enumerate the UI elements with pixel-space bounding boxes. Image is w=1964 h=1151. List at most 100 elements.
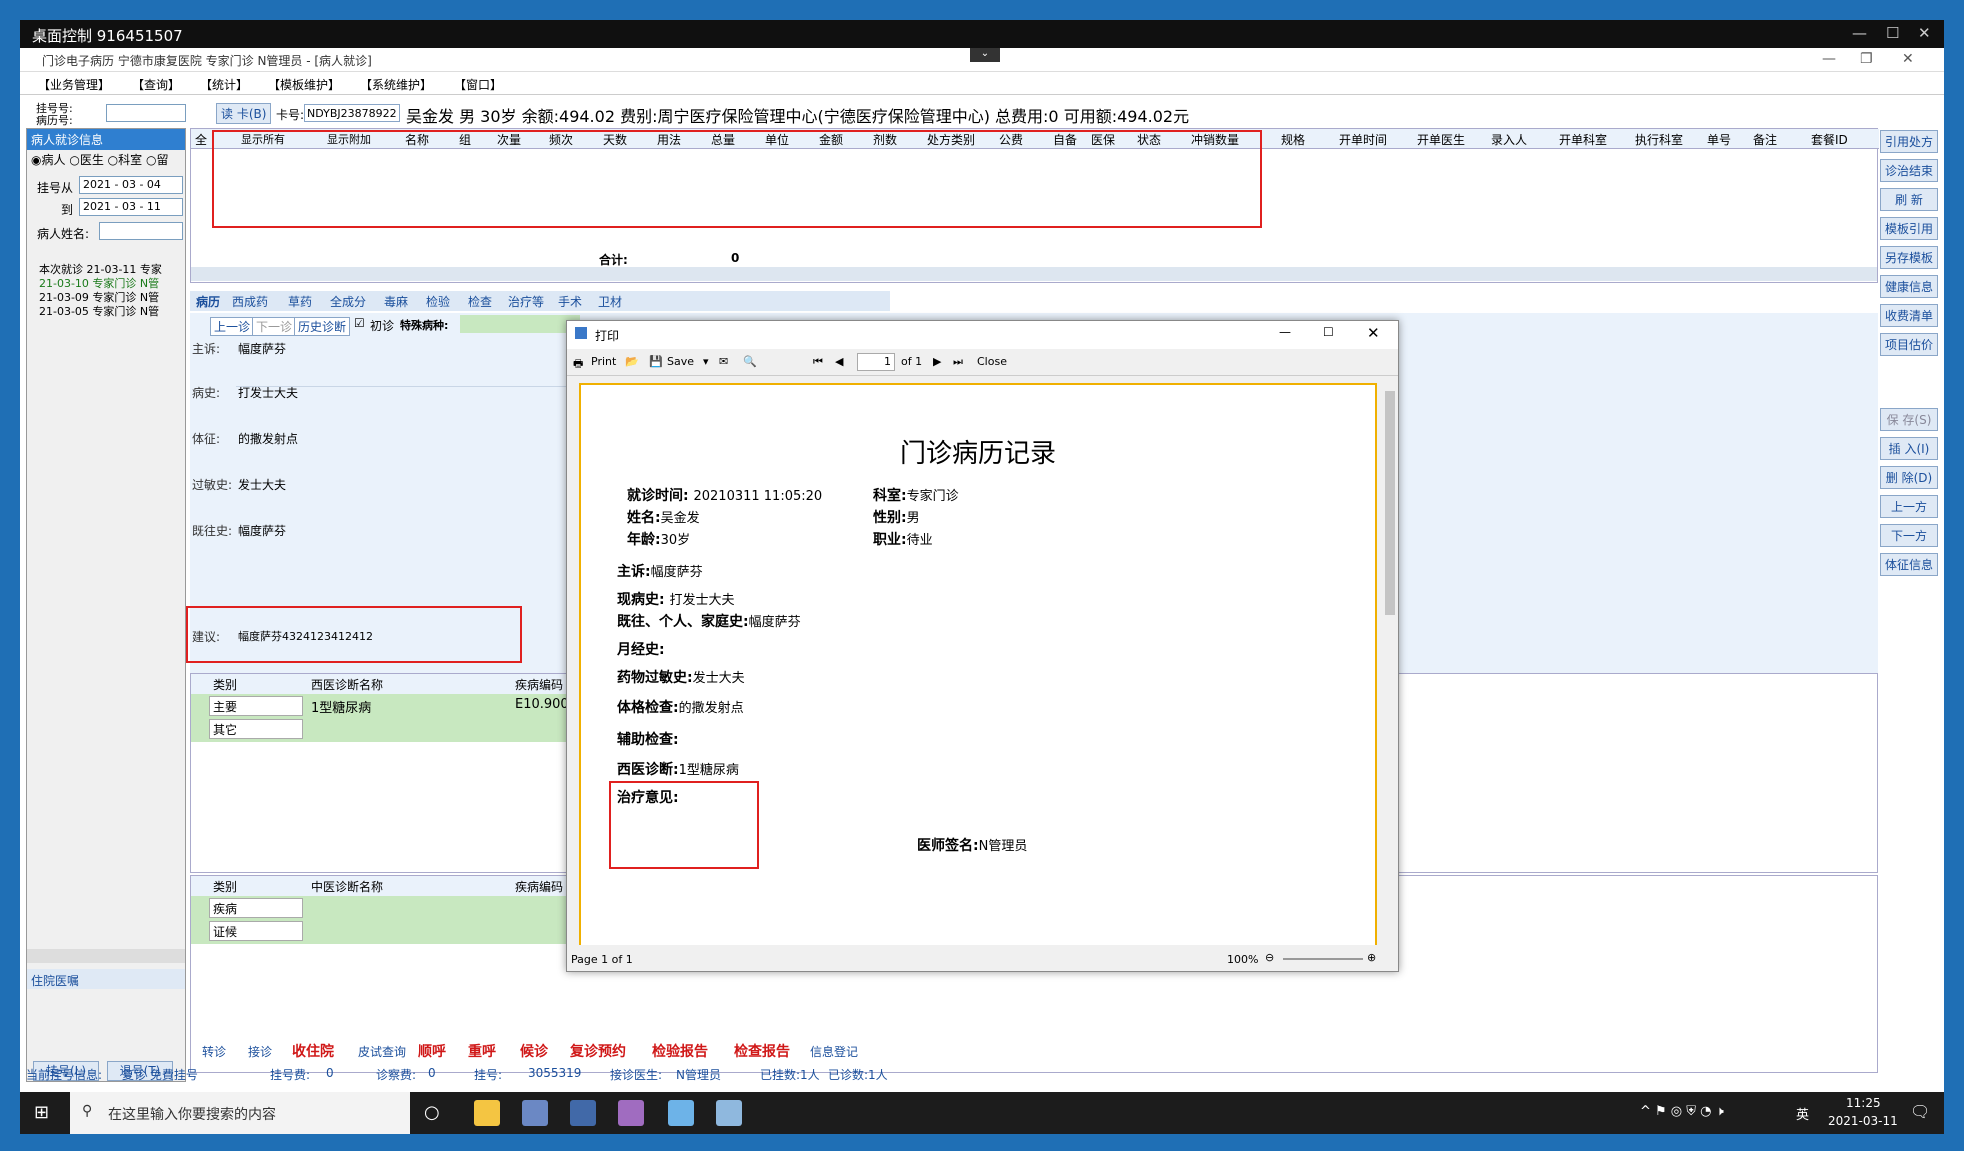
cn-type-select[interactable]: 疾病	[209, 898, 303, 918]
dialog-minimize-icon[interactable]: —	[1279, 325, 1291, 339]
menu-query[interactable]: 【查询】	[132, 76, 180, 93]
preview-vscrollbar[interactable]	[1383, 377, 1397, 943]
tab-exam[interactable]: 检查	[468, 293, 492, 310]
close-icon[interactable]: ✕	[1918, 24, 1931, 42]
zoom-in-icon[interactable]: ⊕	[1367, 951, 1376, 964]
west-diag-code[interactable]: E10.900	[515, 697, 569, 712]
refresh-button[interactable]: 刷 新	[1880, 188, 1938, 211]
dialog-maximize-icon[interactable]: ☐	[1323, 325, 1334, 339]
left-hscrollbar[interactable]	[27, 949, 185, 963]
info-register-button[interactable]: 信息登记	[810, 1043, 858, 1060]
to-date-input[interactable]: 2021 - 03 - 11	[79, 198, 183, 216]
tab-surgery[interactable]: 手术	[558, 293, 582, 310]
minimize-icon[interactable]: —	[1852, 24, 1867, 42]
vitals-button[interactable]: 体征信息	[1880, 553, 1938, 576]
page-number-input[interactable]: 1	[857, 353, 895, 371]
call-next-button[interactable]: 顺呼	[418, 1041, 446, 1061]
radio-dept[interactable]: ○	[108, 153, 118, 167]
last-page-icon[interactable]: ⏭	[953, 355, 963, 369]
tab-lab[interactable]: 检验	[426, 293, 450, 310]
past-history-field[interactable]: 幅度萨芬	[238, 522, 286, 539]
patient-name-input[interactable]	[99, 222, 183, 240]
save-icon[interactable]: 💾	[649, 355, 663, 368]
radio-patient[interactable]: ◉	[31, 153, 41, 167]
app-icon[interactable]	[716, 1100, 742, 1126]
app-close-icon[interactable]: ✕	[1902, 51, 1914, 67]
allergy-field[interactable]: 发士大夫	[238, 476, 286, 493]
ime-indicator[interactable]: 英	[1796, 1104, 1809, 1123]
app-icon[interactable]	[668, 1100, 694, 1126]
west-type-select[interactable]: 其它	[209, 719, 303, 739]
revisit-appointment-button[interactable]: 复诊预约	[570, 1041, 626, 1061]
menu-system[interactable]: 【系统维护】	[360, 76, 432, 93]
health-info-button[interactable]: 健康信息	[1880, 275, 1938, 298]
clock-time[interactable]: 11:25	[1846, 1096, 1881, 1110]
taskbar-search[interactable]: ⚲ 在这里输入你要搜索的内容	[70, 1092, 410, 1134]
exam-report-button[interactable]: 检查报告	[734, 1041, 790, 1061]
dialog-close-icon[interactable]: ✕	[1367, 324, 1380, 342]
open-icon[interactable]: 📂	[625, 355, 639, 368]
radio-stay[interactable]: ○	[146, 153, 156, 167]
menu-stats[interactable]: 【统计】	[200, 76, 248, 93]
fee-list-button[interactable]: 收费清单	[1880, 304, 1938, 327]
save-button[interactable]: Save	[667, 355, 694, 368]
complaint-field[interactable]: 幅度萨芬	[238, 340, 286, 357]
tab-narcotics[interactable]: 毒麻	[384, 293, 408, 310]
collapse-toggle-icon[interactable]: ⌄	[970, 48, 1000, 62]
accept-button[interactable]: 接诊	[248, 1043, 272, 1060]
west-type-select[interactable]: 主要	[209, 696, 303, 716]
zoom-slider[interactable]	[1283, 958, 1363, 960]
app-icon[interactable]	[570, 1100, 596, 1126]
save-template-button[interactable]: 另存模板	[1880, 246, 1938, 269]
from-date-input[interactable]: 2021 - 03 - 04	[79, 176, 183, 194]
menu-template[interactable]: 【模板维护】	[268, 76, 340, 93]
windows-start-icon[interactable]: ⊞	[34, 1102, 49, 1123]
close-preview-button[interactable]: Close	[977, 355, 1007, 368]
prev-visit-button[interactable]: 上一诊	[210, 317, 255, 336]
tab-west-medicine[interactable]: 西成药	[232, 293, 268, 310]
chevron-down-icon[interactable]: ▾	[703, 355, 709, 368]
estimate-button[interactable]: 项目估价	[1880, 333, 1938, 356]
tab-supplies[interactable]: 卫材	[598, 293, 622, 310]
tab-full-component[interactable]: 全成分	[330, 293, 366, 310]
file-explorer-icon[interactable]	[474, 1100, 500, 1126]
first-visit-checkbox[interactable]: ☑	[354, 316, 365, 330]
admit-button[interactable]: 收住院	[292, 1041, 334, 1061]
notification-icon[interactable]: 🗨	[1910, 1102, 1930, 1121]
finish-visit-button[interactable]: 诊治结束	[1880, 159, 1938, 182]
print-button[interactable]: Print	[591, 355, 616, 368]
next-page-icon[interactable]: ▶	[933, 355, 941, 368]
menu-window[interactable]: 【窗口】	[454, 76, 502, 93]
signs-field[interactable]: 的撒发射点	[238, 430, 298, 447]
transfer-button[interactable]: 转诊	[202, 1043, 226, 1060]
menu-business[interactable]: 【业务管理】	[38, 76, 110, 93]
reg-no-input[interactable]	[106, 104, 186, 122]
app-minimize-icon[interactable]: —	[1822, 51, 1836, 67]
next-visit-button[interactable]: 下一诊	[252, 317, 297, 336]
cite-template-button[interactable]: 模板引用	[1880, 217, 1938, 240]
cite-rx-button[interactable]: 引用处方	[1880, 130, 1938, 153]
app-icon[interactable]	[618, 1100, 644, 1126]
save-button[interactable]: 保 存(S)	[1880, 408, 1938, 431]
scroll-thumb[interactable]	[1385, 391, 1395, 615]
grid-hscrollbar[interactable]	[191, 267, 1877, 281]
waiting-button[interactable]: 候诊	[520, 1041, 548, 1061]
find-icon[interactable]: 🔍	[743, 355, 757, 368]
email-icon[interactable]: ✉	[719, 355, 728, 368]
history-diagnosis-button[interactable]: 历史诊断	[294, 317, 351, 336]
first-page-icon[interactable]: ⏮	[813, 355, 823, 369]
app-restore-icon[interactable]: ❐	[1860, 51, 1873, 67]
delete-button[interactable]: 删 除(D)	[1880, 466, 1938, 489]
read-card-button[interactable]: 读 卡(B)	[216, 103, 272, 124]
clock-date[interactable]: 2021-03-11	[1828, 1114, 1898, 1128]
task-view-icon[interactable]: ○	[424, 1102, 440, 1123]
tab-herbs[interactable]: 草药	[288, 293, 312, 310]
lab-report-button[interactable]: 检验报告	[652, 1041, 708, 1061]
insert-button[interactable]: 插 入(I)	[1880, 437, 1938, 460]
print-icon[interactable]: 🖶	[573, 355, 583, 374]
prev-page-icon[interactable]: ◀	[835, 355, 843, 368]
prev-rx-button[interactable]: 上一方	[1880, 495, 1938, 518]
west-diag-name[interactable]: 1型糖尿病	[311, 697, 371, 716]
radio-doctor[interactable]: ○	[69, 153, 79, 167]
cn-type-select[interactable]: 证候	[209, 921, 303, 941]
